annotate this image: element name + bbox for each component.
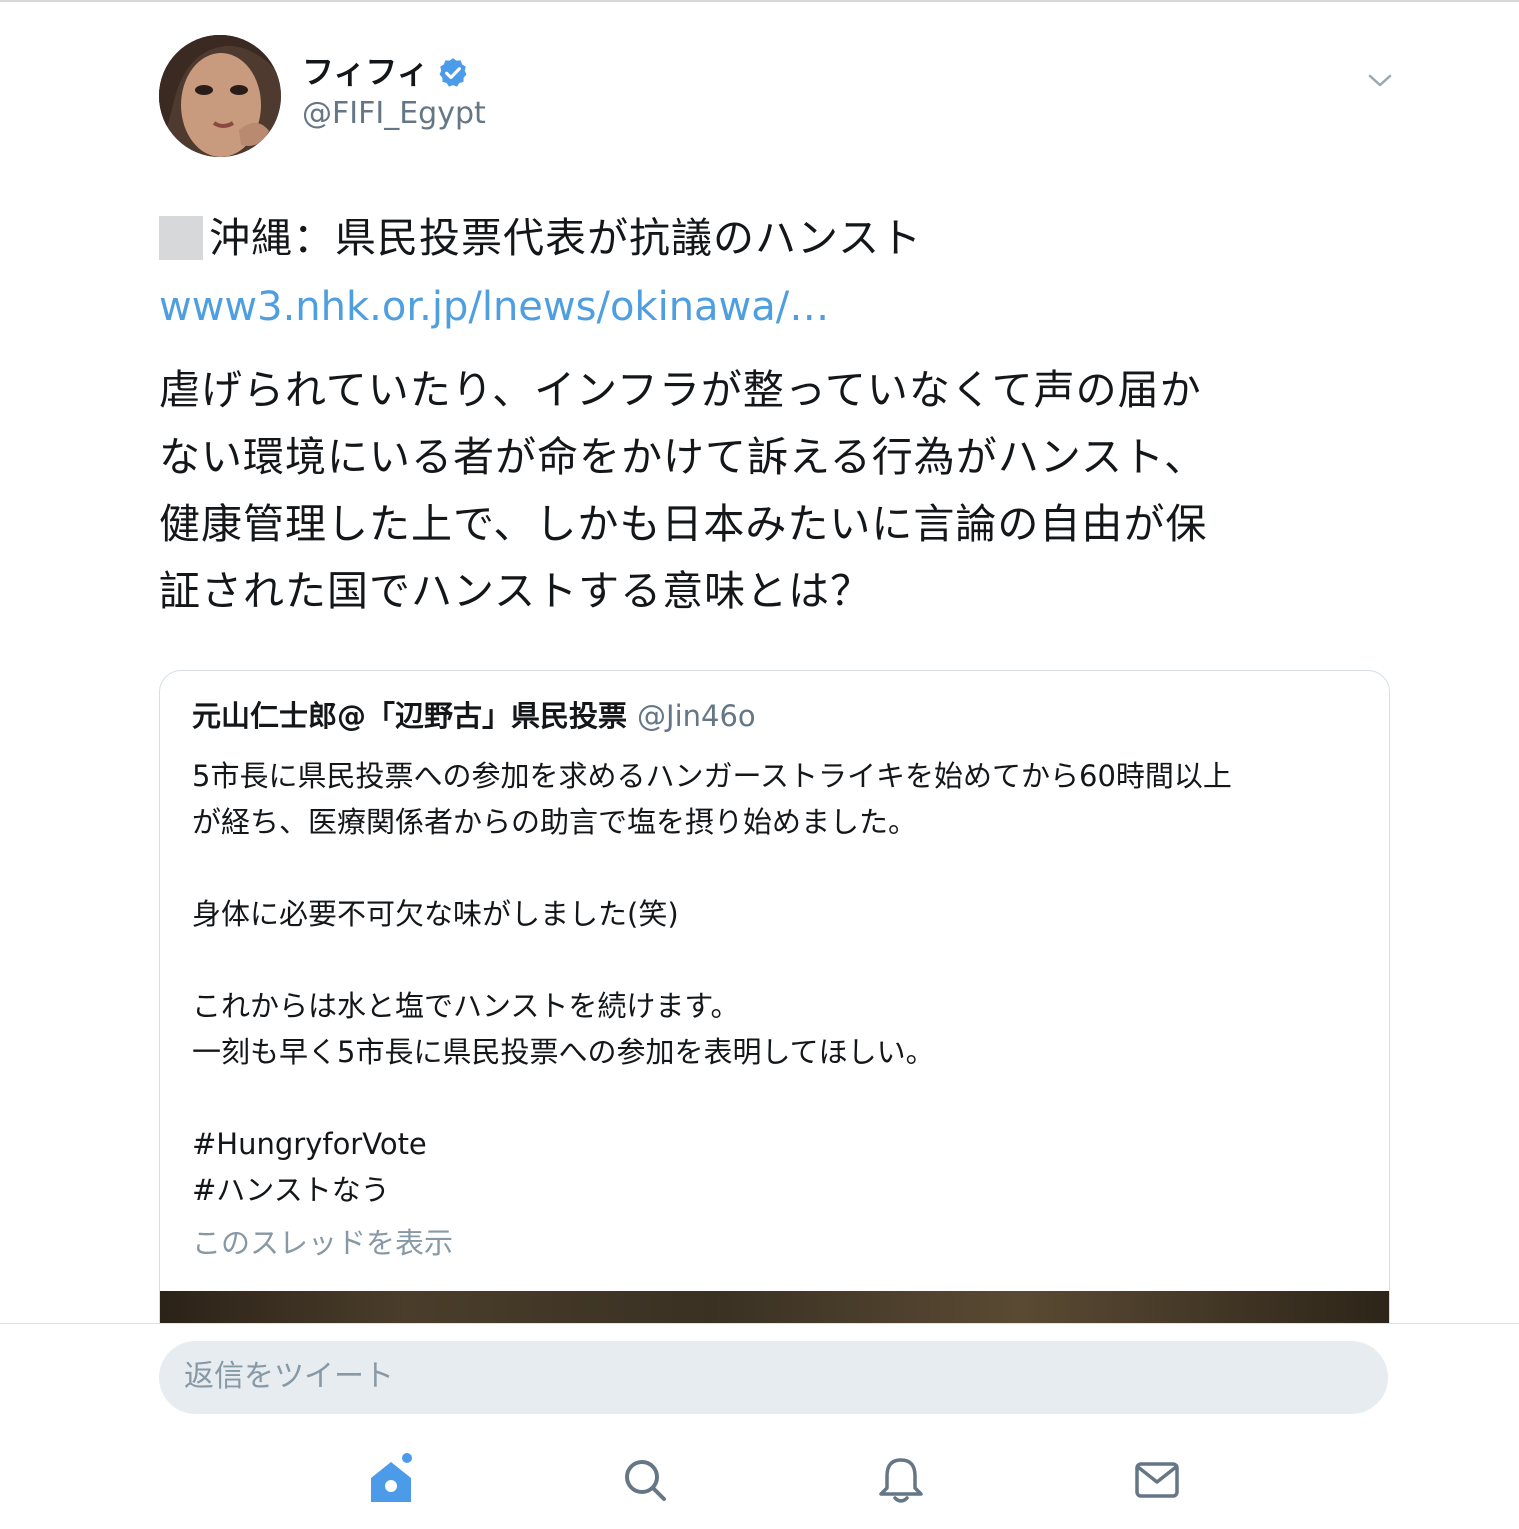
tweet-body-line: 証された国でハンストする意味とは？ bbox=[159, 567, 873, 615]
home-icon[interactable] bbox=[363, 1452, 419, 1508]
messages-icon[interactable] bbox=[1129, 1452, 1185, 1508]
quoted-author-handle: @Jin46o bbox=[637, 699, 756, 733]
search-icon[interactable] bbox=[617, 1452, 673, 1508]
quoted-body-line bbox=[192, 845, 1232, 891]
author-name[interactable]: フィフィ bbox=[302, 50, 429, 94]
hashtag[interactable]: #ハンストなう bbox=[192, 1167, 1232, 1213]
notifications-icon[interactable] bbox=[873, 1452, 929, 1508]
quoted-body-line bbox=[192, 1075, 1232, 1121]
bottom-bar: 返信をツイート bbox=[0, 1323, 1519, 1529]
quoted-tweet-body: 5市長に県民投票への参加を求めるハンガーストライキを始めてから60時間以上 が経… bbox=[192, 753, 1232, 1213]
tweet-body: 虐げられていたり、インフラが整っていなくて声の届か ない環境にいる者が命をかけて… bbox=[159, 357, 1207, 625]
avatar[interactable] bbox=[159, 35, 281, 157]
author-handle[interactable]: @FIFI_Egypt bbox=[302, 94, 486, 134]
tweet-body-line: 健康管理した上で、しかも日本みたいに言論の自由が保 bbox=[159, 500, 1208, 548]
reply-placeholder: 返信をツイート bbox=[184, 1359, 394, 1394]
square-emoji-icon bbox=[159, 216, 203, 260]
quoted-body-line: が経ち、医療関係者からの助言で塩を摂り始めました。 bbox=[192, 805, 918, 839]
quoted-body-line bbox=[192, 937, 1232, 983]
tweet-body-line: ない環境にいる者が命をかけて訴える行為がハンスト、 bbox=[159, 433, 1207, 481]
show-thread-link[interactable]: このスレッドを表示 bbox=[192, 1221, 453, 1265]
top-divider bbox=[0, 0, 1519, 2]
quoted-tweet-card[interactable]: 元山仁士郎@「辺野古」県民投票 @Jin46o 5市長に県民投票への参加を求めるハ… bbox=[159, 670, 1390, 1372]
chevron-down-icon[interactable] bbox=[1366, 66, 1394, 94]
tweet-headline: 沖縄：県民投票代表が抗議のハンスト bbox=[159, 205, 922, 271]
verified-badge-icon bbox=[439, 58, 467, 87]
hashtag[interactable]: #HungryforVote bbox=[192, 1121, 1232, 1167]
headline-text: 沖縄：県民投票代表が抗議のハンスト bbox=[209, 214, 923, 262]
quoted-author[interactable]: 元山仁士郎@「辺野古」県民投票 @Jin46o bbox=[192, 696, 756, 736]
tweet-link[interactable]: www3.nhk.or.jp/lnews/okinawa/… bbox=[159, 274, 829, 340]
tweet-body-line: 虐げられていたり、インフラが整っていなくて声の届か bbox=[159, 366, 1202, 414]
quoted-body-line: 身体に必要不可欠な味がしました(笑) bbox=[192, 897, 679, 931]
quoted-body-line: 一刻も早く5市長に県民投票への参加を表明してほしい。 bbox=[192, 1035, 935, 1069]
quoted-author-name: 元山仁士郎@「辺野古」県民投票 bbox=[192, 699, 628, 733]
reply-input[interactable]: 返信をツイート bbox=[159, 1341, 1388, 1414]
quoted-body-line: 5市長に県民投票への参加を求めるハンガーストライキを始めてから60時間以上 bbox=[192, 759, 1232, 793]
quoted-body-line: これからは水と塩でハンストを続けます。 bbox=[192, 989, 740, 1023]
